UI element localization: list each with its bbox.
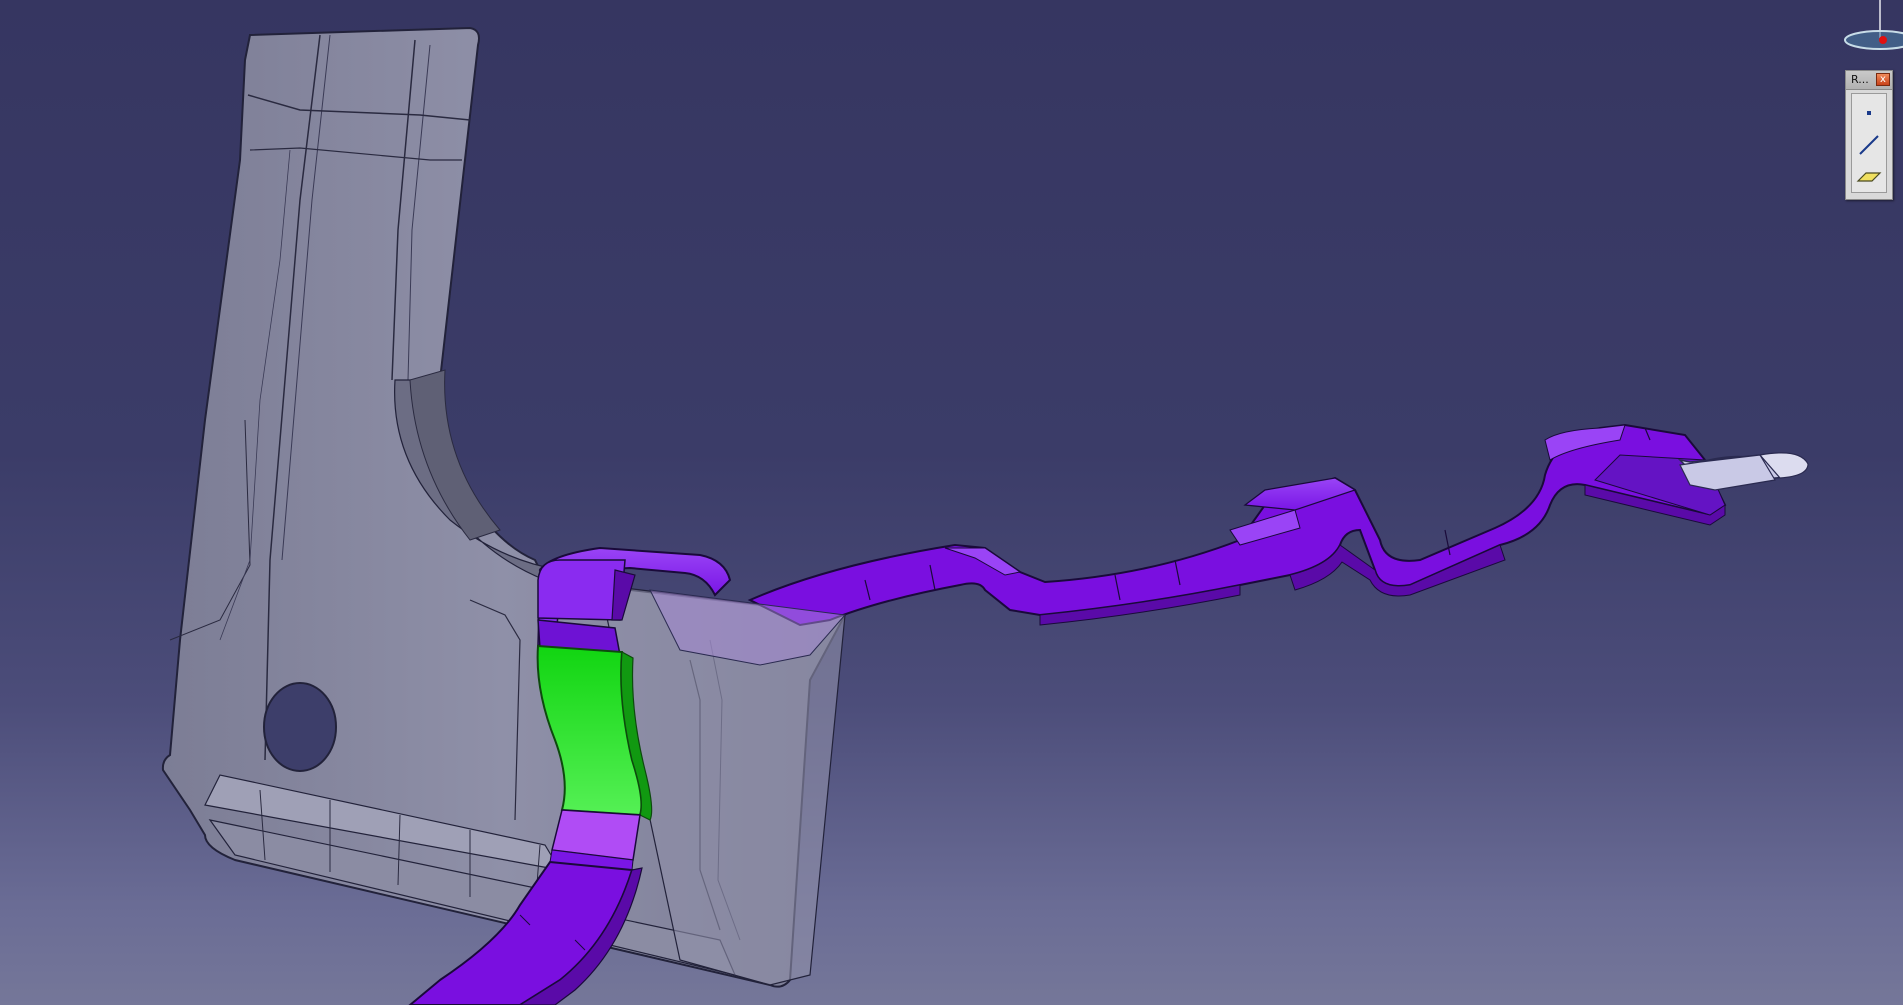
palette-title: R... <box>1851 73 1869 86</box>
compass-icon[interactable] <box>1840 0 1903 58</box>
mounting-hole <box>263 682 337 772</box>
plane-icon[interactable] <box>1854 162 1884 188</box>
bracket-part[interactable] <box>161 26 847 988</box>
palette-close-button[interactable]: x <box>1876 73 1890 86</box>
point-icon[interactable] <box>1854 100 1884 126</box>
line-icon[interactable] <box>1854 132 1884 158</box>
3d-viewport[interactable] <box>0 0 1903 1005</box>
palette-body <box>1851 93 1887 193</box>
tools-palette[interactable]: R... x <box>1845 70 1893 200</box>
strap-part[interactable] <box>747 423 1809 627</box>
palette-title-bar[interactable]: R... x <box>1846 71 1892 90</box>
